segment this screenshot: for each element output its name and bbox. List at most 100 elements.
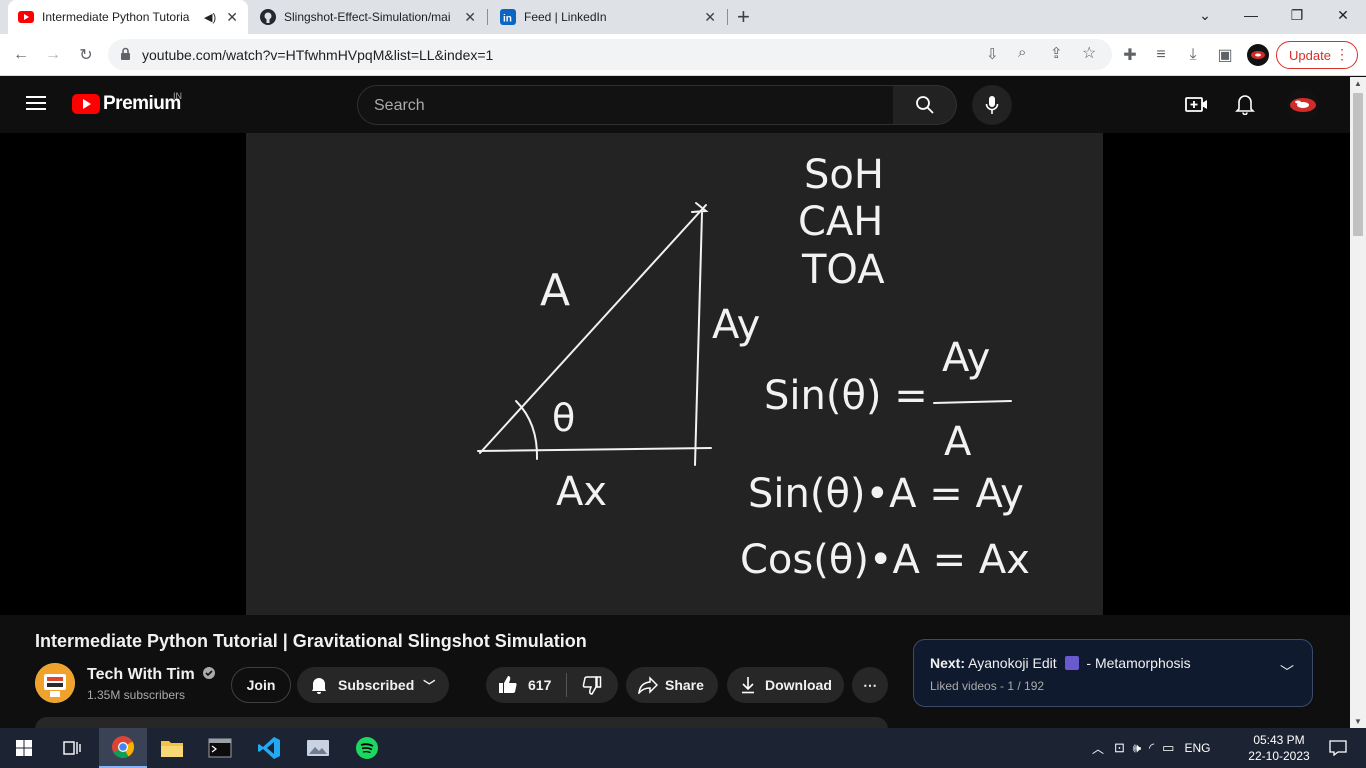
youtube-premium-logo[interactable]: Premium IN (72, 91, 182, 115)
eq1-denominator: A (944, 419, 972, 465)
search-button[interactable] (893, 85, 957, 125)
side-panel-icon[interactable]: ▣ (1212, 42, 1238, 68)
close-window-button[interactable]: ✕ (1320, 0, 1366, 30)
like-count: 617 (528, 677, 552, 693)
dislike-button[interactable] (567, 667, 617, 703)
tab-title: Slingshot-Effect-Simulation/mai (284, 10, 451, 24)
playlist-position: Liked videos - 1 / 192 (930, 679, 1045, 693)
tab-search-icon[interactable]: ⌄ (1182, 0, 1228, 30)
channel-name-text: Tech With Tim (87, 666, 195, 683)
subscribed-button[interactable]: Subscribed ﹀ (297, 667, 449, 703)
opposite-line (694, 212, 703, 466)
video-player[interactable]: SoH CAH TOA A Ay Ax θ Sin(θ) = Ay A Sin(… (246, 133, 1103, 615)
adjacent-line (477, 447, 712, 452)
label-theta: θ (552, 396, 575, 440)
vscode-icon[interactable] (245, 728, 293, 768)
youtube-play-icon (72, 94, 100, 114)
subscribed-label: Subscribed (338, 677, 415, 693)
profile-avatar[interactable] (1247, 44, 1269, 66)
fraction-bar (933, 400, 1012, 404)
github-favicon-icon (260, 9, 276, 25)
thumbs-up-icon (499, 676, 517, 693)
install-app-icon[interactable]: ⇩ (986, 45, 999, 63)
notifications-center-icon[interactable] (1318, 728, 1358, 768)
volume-icon[interactable]: 🕪 (1133, 740, 1141, 756)
expand-chevron-icon[interactable]: ﹀ (1280, 662, 1294, 682)
search-placeholder: Search (374, 97, 425, 114)
next-video-line: Next: Ayanokoji Edit - Metamorphosis (930, 655, 1191, 671)
address-bar[interactable]: youtube.com/watch?v=HTfwhmHVpqM&list=LL&… (108, 39, 1112, 70)
clock[interactable]: 05:43 PM 22-10-2023 (1248, 732, 1310, 764)
back-button[interactable]: ← (8, 42, 34, 68)
next-video-card[interactable]: Next: Ayanokoji Edit - Metamorphosis Lik… (913, 639, 1313, 707)
clock-time: 05:43 PM (1253, 733, 1305, 747)
channel-name[interactable]: Tech With Tim (87, 666, 216, 684)
wifi-icon[interactable]: ◜ (1149, 740, 1154, 756)
youtube-header: Premium IN Search (0, 77, 1350, 133)
download-button[interactable]: Download (727, 667, 844, 703)
zoom-icon[interactable]: ⌕ (1018, 44, 1026, 61)
show-hidden-icons-chevron-icon[interactable]: ︿ (1092, 740, 1104, 757)
tab-title: Feed | LinkedIn (524, 10, 607, 24)
start-windows-icon[interactable] (0, 728, 48, 768)
restore-button[interactable]: ❐ (1274, 0, 1320, 30)
audio-playing-icon[interactable]: ◀) (204, 11, 216, 24)
tab-title: Intermediate Python Tutoria (42, 10, 190, 24)
search-input[interactable]: Search (357, 85, 894, 125)
tab-linkedin[interactable]: in Feed | LinkedIn ✕ (490, 0, 726, 34)
browser-tab-strip: Intermediate Python Tutoria ◀) ✕ Slingsh… (0, 0, 1366, 34)
update-button[interactable]: Update ⋮ (1276, 41, 1358, 69)
extensions-icon[interactable]: ✚ (1117, 42, 1143, 68)
minimize-button[interactable]: — (1228, 0, 1274, 30)
next-prefix: Next: (930, 655, 966, 671)
bookmark-star-icon[interactable]: ☆ (1082, 43, 1096, 63)
language-indicator[interactable]: ENG (1184, 741, 1210, 755)
download-icon (742, 677, 754, 694)
brand-name: Premium (103, 93, 181, 114)
share-button[interactable]: Share (626, 667, 718, 703)
reload-button[interactable]: ↻ (73, 42, 99, 68)
like-button[interactable]: 617 (486, 667, 566, 703)
notifications-bell-icon[interactable] (1235, 93, 1255, 120)
close-tab-icon[interactable]: ✕ (704, 9, 716, 26)
create-video-icon[interactable] (1185, 94, 1209, 119)
tab-github[interactable]: Slingshot-Effect-Simulation/mai ✕ (250, 0, 486, 34)
channel-avatar[interactable] (35, 663, 75, 703)
chrome-taskbar-icon[interactable] (99, 728, 147, 768)
hamburger-menu-icon[interactable] (26, 95, 46, 116)
battery-icon[interactable]: ▭ (1162, 740, 1174, 756)
youtube-favicon-icon (18, 9, 34, 25)
scroll-up-arrow-icon[interactable]: ▲ (1354, 79, 1362, 88)
join-label: Join (246, 677, 276, 693)
share-label: Share (665, 677, 704, 693)
search-icon (915, 96, 934, 114)
task-view-icon[interactable] (48, 728, 96, 768)
device-manager-icon[interactable]: ⊡ (1114, 740, 1125, 756)
region-code: IN (173, 91, 182, 101)
tab-youtube[interactable]: Intermediate Python Tutoria ◀) ✕ (8, 0, 248, 34)
bell-icon (312, 678, 326, 694)
spotify-icon[interactable] (343, 728, 391, 768)
close-tab-icon[interactable]: ✕ (464, 9, 476, 26)
svg-text:in: in (503, 14, 512, 25)
account-avatar[interactable] (1287, 89, 1319, 121)
forward-button[interactable]: → (40, 42, 66, 68)
scrollbar-thumb[interactable] (1353, 93, 1363, 236)
join-button[interactable]: Join (231, 667, 291, 703)
update-label: Update (1289, 47, 1331, 63)
more-actions-button[interactable]: ⋯ (852, 667, 888, 703)
share-page-icon[interactable]: ⇪ (1050, 44, 1063, 62)
downloads-icon[interactable]: ⤓ (1180, 42, 1206, 68)
close-tab-icon[interactable]: ✕ (226, 9, 238, 26)
new-tab-button[interactable]: + (737, 4, 750, 30)
terminal-icon[interactable] (196, 728, 244, 768)
file-explorer-icon[interactable] (148, 728, 196, 768)
scroll-down-arrow-icon[interactable]: ▼ (1354, 717, 1362, 726)
browser-toolbar: ← → ↻ youtube.com/watch?v=HTfwhmHVpqM&li… (0, 34, 1366, 76)
page-scrollbar[interactable]: ▲ ▼ (1350, 77, 1366, 728)
lock-icon[interactable] (120, 47, 131, 66)
download-label: Download (765, 677, 832, 693)
voice-search-button[interactable] (972, 85, 1012, 125)
photos-app-icon[interactable] (294, 728, 342, 768)
media-control-icon[interactable]: ≡ (1148, 42, 1174, 68)
